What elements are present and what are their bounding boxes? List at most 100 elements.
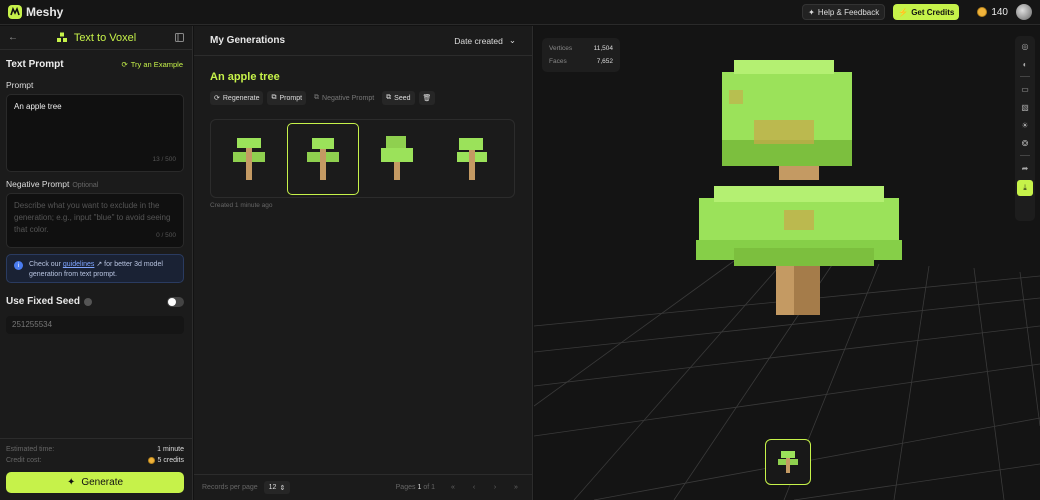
user-avatar[interactable] <box>1016 4 1032 20</box>
lightning-icon: ⚡ <box>898 7 909 17</box>
mode-title: Text to Voxel <box>73 31 137 44</box>
refresh-icon: ⟳ <box>121 60 128 69</box>
estimated-time-row: Estimated time: 1 minute <box>6 446 184 453</box>
logo[interactable]: Meshy <box>8 5 63 19</box>
sort-dropdown[interactable]: Date created ⌄ <box>454 35 516 46</box>
tree-thumbnail-icon <box>778 451 798 473</box>
generation-actions: ⟳ Regenerate ⧉ Prompt ⧉ Negative Prompt ⧉ Se… <box>210 91 436 105</box>
delete-button[interactable]: 🗑 <box>418 91 436 105</box>
prompt-label: Prompt <box>279 94 303 102</box>
copy-prompt-button[interactable]: ⧉ Prompt <box>267 91 307 105</box>
mesh-stats: Vertices 11,504 Faces 7,652 <box>542 38 620 72</box>
try-example-link[interactable]: ⟳ Try an Example <box>121 60 183 69</box>
guidelines-link[interactable]: guidelines <box>63 261 95 268</box>
model-preview-thumbnail[interactable] <box>765 439 811 485</box>
seed-input[interactable]: 251255534 <box>6 316 184 334</box>
credit-cost-value: 5 credits <box>157 457 184 464</box>
credit-balance[interactable]: 140 <box>977 7 1008 18</box>
regenerate-button[interactable]: ⟳ Regenerate <box>210 91 264 105</box>
thumbnail-1[interactable] <box>213 123 285 195</box>
share-icon[interactable]: ➦ <box>1019 162 1031 174</box>
thumbnail-2-selected[interactable] <box>287 122 359 195</box>
page-total: of 1 <box>423 484 435 491</box>
updown-chevron-icon: ⇕ <box>279 484 286 492</box>
help-feedback-button[interactable]: ✦ Help & Feedback <box>802 4 886 20</box>
regenerate-label: Regenerate <box>222 94 260 102</box>
fixed-seed-label: Use Fixed Seed <box>6 296 80 307</box>
credit-cost-label: Credit cost: <box>6 457 42 464</box>
prev-page-icon[interactable]: ‹ <box>465 484 483 491</box>
help-circle-icon[interactable] <box>83 297 92 306</box>
pagination-bar: Records per page 12 ⇕ Pages 1 of 1 « ‹ ›… <box>194 474 533 500</box>
generations-panel: My Generations Date created ⌄ An apple t… <box>194 26 533 500</box>
fixed-seed-row: Use Fixed Seed <box>6 296 184 307</box>
pager: Pages 1 of 1 « ‹ › » <box>396 484 525 491</box>
collapse-panel-icon[interactable] <box>172 31 186 45</box>
credit-count: 140 <box>991 6 1008 18</box>
negative-prompt-label: Negative Prompt Optional <box>6 179 98 189</box>
coin-icon <box>977 7 988 17</box>
generations-title: My Generations <box>210 35 286 46</box>
records-per-page-label: Records per page <box>202 484 258 491</box>
tree-thumbnail-icon <box>381 135 413 180</box>
prompt-value: An apple tree <box>14 102 62 111</box>
last-page-icon[interactable]: » <box>507 484 525 491</box>
first-page-icon[interactable]: « <box>444 484 462 491</box>
lighting-icon[interactable]: ☀ <box>1019 119 1031 131</box>
tree-thumbnail-icon <box>307 137 339 180</box>
chevron-down-icon: ⌄ <box>508 35 516 45</box>
records-per-page-select[interactable]: 12 ⇕ <box>263 481 291 494</box>
generation-thumbnails <box>210 119 515 198</box>
records-per-page-value: 12 <box>268 484 277 491</box>
sparkle-icon: ✦ <box>66 477 76 488</box>
generate-button[interactable]: ✦ Generate <box>6 472 184 493</box>
wireframe-icon[interactable]: ▧ <box>1019 101 1031 113</box>
faces-value: 7,652 <box>596 58 613 65</box>
3d-viewport[interactable]: Vertices 11,504 Faces 7,652 ◎ ◐ ▭ ▧ ☀ ❂ ➦ … <box>534 26 1040 500</box>
download-icon[interactable]: ⤓ <box>1017 180 1033 196</box>
negative-prompt-textarea[interactable]: Describe what you want to exclude in the… <box>6 193 184 248</box>
generate-label: Generate <box>81 477 124 488</box>
estimated-time-value: 1 minute <box>157 446 184 453</box>
globe-icon[interactable]: ◎ <box>1019 40 1031 52</box>
top-bar: Meshy ✦ Help & Feedback ⚡ Get Credits 14… <box>0 0 1040 25</box>
optional-tag: Optional <box>72 182 99 189</box>
guidelines-notice: i Check our guidelines ↗ for better 3d m… <box>6 254 184 283</box>
created-time: Created 1 minute ago <box>210 202 273 209</box>
page-indicator: Pages 1 of 1 <box>396 484 435 491</box>
copy-seed-button[interactable]: ⧉ Seed <box>382 91 415 105</box>
get-credits-button[interactable]: ⚡ Get Credits <box>893 4 960 20</box>
mode-header: ← Text to Voxel <box>0 26 192 50</box>
voxel-cubes-icon <box>56 32 67 42</box>
vertices-value: 11,504 <box>593 45 613 52</box>
generation-title: An apple tree <box>210 71 280 83</box>
sort-label: Date created <box>454 35 503 46</box>
toolbar-divider <box>1020 155 1030 156</box>
thumbnail-4[interactable] <box>435 123 507 195</box>
texture-icon[interactable]: ❂ <box>1019 137 1031 149</box>
brand-name: Meshy <box>26 5 64 19</box>
prompt-textarea[interactable]: An apple tree 13 / 500 <box>6 94 184 172</box>
copy-icon: ⧉ <box>386 94 392 101</box>
vertices-label: Vertices <box>549 45 573 52</box>
back-arrow-icon[interactable]: ← <box>6 31 20 45</box>
tree-thumbnail-icon <box>233 137 265 180</box>
estimated-time-label: Estimated time: <box>6 446 55 453</box>
negative-prompt-label-text: Negative Prompt <box>6 179 70 189</box>
try-example-label: Try an Example <box>130 60 183 69</box>
seed-label: Seed <box>394 94 411 102</box>
next-page-icon[interactable]: › <box>486 484 504 491</box>
environment-sphere-icon[interactable]: ◐ <box>1019 58 1031 70</box>
fixed-seed-toggle[interactable] <box>167 296 184 307</box>
generations-header: My Generations Date created ⌄ <box>194 26 532 56</box>
copy-negative-prompt-button[interactable]: ⧉ Negative Prompt <box>310 91 378 105</box>
section-title: Text Prompt <box>6 59 64 70</box>
pages-prefix: Pages <box>395 484 416 491</box>
faces-label: Faces <box>549 58 567 65</box>
monitor-icon[interactable]: ▭ <box>1019 83 1031 95</box>
voxel-apple-tree-model <box>696 60 902 315</box>
credit-cost-row: Credit cost: 5 credits <box>6 457 184 464</box>
thumbnail-3[interactable] <box>361 123 433 195</box>
negative-prompt-placeholder: Describe what you want to exclude in the… <box>14 201 171 234</box>
left-panel: ← Text to Voxel Text Prompt ⟳ Try an Exa… <box>0 26 193 500</box>
